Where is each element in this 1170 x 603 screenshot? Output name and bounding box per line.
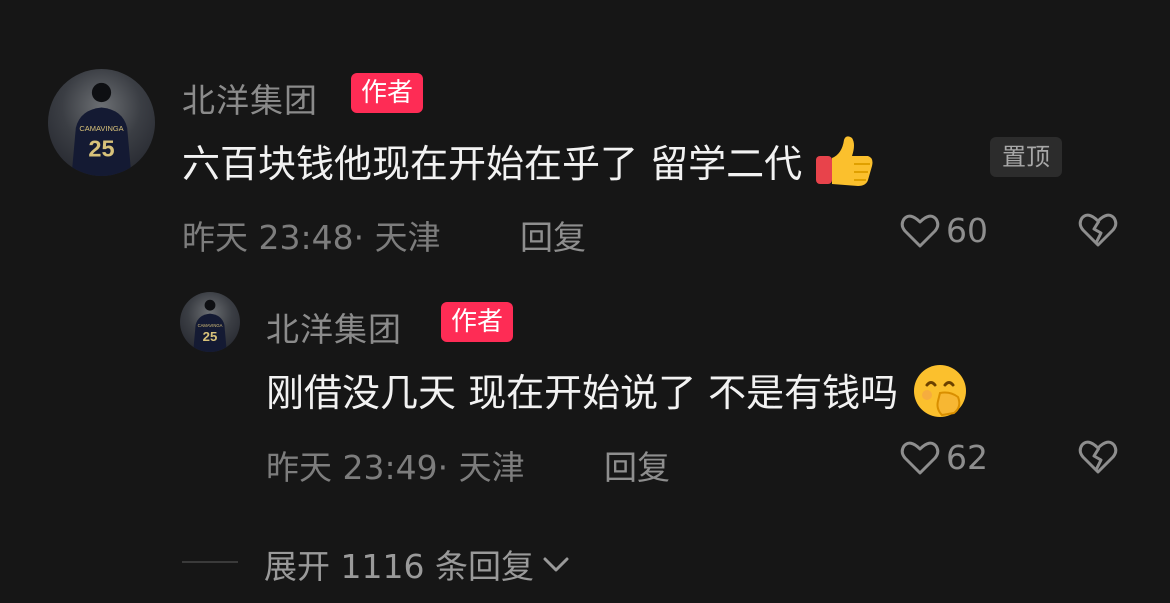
comment-meta: 昨天 23:49· 天津 xyxy=(266,448,525,487)
dislike-button[interactable] xyxy=(1078,212,1118,252)
reply-button[interactable]: 回复 xyxy=(604,441,670,489)
username[interactable]: 北洋集团 xyxy=(266,303,402,351)
heart-icon xyxy=(900,214,940,247)
svg-text:25: 25 xyxy=(88,136,114,162)
like-button[interactable]: 62 xyxy=(900,438,988,477)
author-badge: 作者 xyxy=(441,302,514,342)
author-badge: 作者 xyxy=(351,73,424,113)
like-button[interactable]: 60 xyxy=(900,211,988,250)
comment-text: 六百块钱他现在开始在乎了 留学二代 xyxy=(182,133,876,197)
chevron-down-icon xyxy=(543,557,569,572)
comment-text-content: 刚借没几天 现在开始说了 不是有钱吗 xyxy=(266,371,899,415)
expand-replies-button[interactable]: 展开 1116 条回复 xyxy=(264,540,570,588)
expand-divider xyxy=(182,561,238,563)
username[interactable]: 北洋集团 xyxy=(182,74,318,122)
like-count: 60 xyxy=(946,211,988,250)
reply-button[interactable]: 回复 xyxy=(520,211,586,259)
svg-text:CAMAVINGA: CAMAVINGA xyxy=(198,323,223,328)
comment-text-content: 六百块钱他现在开始在乎了 留学二代 xyxy=(182,142,803,186)
svg-text:25: 25 xyxy=(203,329,218,344)
dislike-button[interactable] xyxy=(1078,439,1118,479)
heart-icon xyxy=(900,441,940,474)
hand-over-mouth-icon xyxy=(910,363,970,428)
comment-meta: 昨天 23:48· 天津 xyxy=(182,218,441,257)
avatar[interactable]: CAMAVINGA 25 xyxy=(180,292,240,352)
avatar-image: CAMAVINGA 25 xyxy=(71,82,132,176)
avatar[interactable]: CAMAVINGA 25 xyxy=(48,69,155,176)
avatar-image: CAMAVINGA 25 xyxy=(193,299,227,352)
broken-heart-icon xyxy=(1078,440,1118,474)
svg-text:CAMAVINGA: CAMAVINGA xyxy=(79,124,123,133)
pinned-badge: 置顶 xyxy=(990,137,1062,177)
expand-replies-label: 展开 1116 条回复 xyxy=(264,547,534,586)
thumbs-up-icon xyxy=(814,136,876,197)
comment-text: 刚借没几天 现在开始说了 不是有钱吗 xyxy=(266,362,970,428)
broken-heart-icon xyxy=(1078,213,1118,247)
like-count: 62 xyxy=(946,438,988,477)
